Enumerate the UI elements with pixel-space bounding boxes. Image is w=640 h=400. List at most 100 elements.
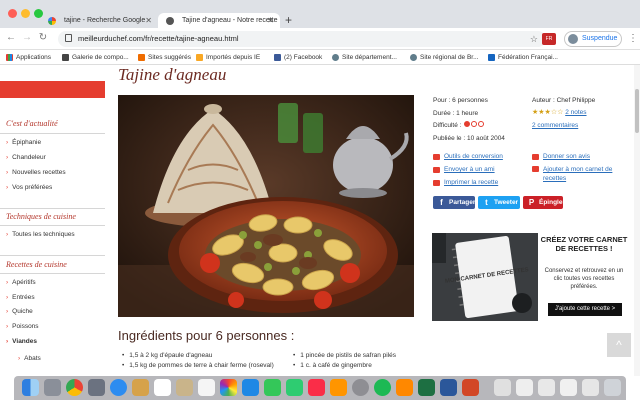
browser-toolbar: ← → ↻ meilleurduchef.com/fr/recette/taji…	[0, 28, 640, 50]
chrome-icon[interactable]	[66, 379, 83, 396]
preview-icon[interactable]	[494, 379, 511, 396]
close-tab-icon[interactable]: ✕	[145, 13, 152, 28]
scrollbar-thumb[interactable]	[635, 89, 639, 133]
tweet-button[interactable]: t Tweeter	[478, 196, 520, 209]
bookmark-applications[interactable]: Applications	[6, 50, 51, 65]
add-recipe-button[interactable]: J'ajoute cette recette >	[548, 303, 622, 316]
ingredient-item: 1,5 kg de pommes de terre à chair ferme …	[122, 362, 274, 369]
word-icon[interactable]	[440, 379, 457, 396]
sidebar-item-poissons[interactable]: Poissons	[6, 323, 38, 330]
bookmark-importes-ie[interactable]: Importés depuis IE	[196, 50, 260, 65]
facebook-share-button[interactable]: f Partager	[433, 196, 475, 209]
trash-icon[interactable]	[604, 379, 621, 396]
sidebar-item-viandes[interactable]: Viandes	[6, 338, 37, 345]
browser-tab-bar: tajine - Recherche Google ✕ Tajine d'agn…	[0, 0, 640, 28]
apps-grid-icon	[6, 54, 13, 61]
sidebar-section-title: Recettes de cuisine	[6, 260, 67, 269]
system-preferences-icon[interactable]	[352, 379, 369, 396]
printer-icon	[433, 180, 440, 186]
rating: ★★★☆☆ 2 notes	[532, 108, 587, 117]
profile-button[interactable]: Suspendue	[564, 31, 622, 47]
bookmark-site-regional[interactable]: Site régional de Br...	[410, 50, 479, 65]
sidebar-banner	[0, 81, 105, 98]
document-icon[interactable]	[560, 379, 577, 396]
bookmark-galerie[interactable]: Galerie de compo...	[62, 50, 129, 65]
address-bar[interactable]: meilleurduchef.com/fr/recette/tajine-agn…	[58, 31, 546, 47]
twitter-icon: t	[485, 198, 488, 207]
facebook-icon: f	[440, 198, 443, 207]
books-icon[interactable]	[330, 379, 347, 396]
comments-link[interactable]: 2 commentaires	[532, 122, 578, 129]
bookmark-sites-suggeres[interactable]: Sites suggérés	[138, 50, 191, 65]
conversion-tools-link[interactable]: Outils de conversion	[433, 153, 503, 160]
more-menu-icon[interactable]: ⋮	[628, 28, 638, 50]
tab-recipe[interactable]: Tajine d'agneau - Notre recette ✕	[158, 13, 280, 28]
sidebar-item-chandeleur[interactable]: Chandeleur	[6, 154, 46, 161]
bookmark-site-departement[interactable]: Site département...	[332, 50, 397, 65]
sidebar-item-aperitifs[interactable]: Apéritifs	[6, 279, 35, 286]
give-opinion-link[interactable]: Donner son avis	[532, 153, 590, 160]
sidebar-item-abats[interactable]: Abats	[18, 355, 41, 362]
bookmark-facebook[interactable]: (2) Facebook	[274, 50, 322, 65]
safari-icon[interactable]	[110, 379, 127, 396]
notes-link[interactable]: 2 notes	[565, 109, 586, 116]
lock-icon	[65, 34, 72, 42]
messages-icon[interactable]	[264, 379, 281, 396]
powerpoint-icon[interactable]	[462, 379, 479, 396]
notes-app-icon[interactable]	[132, 379, 149, 396]
contacts-icon[interactable]	[176, 379, 193, 396]
close-tab-icon[interactable]: ✕	[267, 13, 274, 28]
tab-google-search[interactable]: tajine - Recherche Google ✕	[40, 13, 158, 28]
sidebar-item-nouvelles-recettes[interactable]: Nouvelles recettes	[6, 169, 65, 176]
send-friend-link[interactable]: Envoyer à un ami	[433, 166, 495, 173]
calendar-icon[interactable]	[154, 379, 171, 396]
spotify-icon[interactable]	[374, 379, 391, 396]
bookmark-federation[interactable]: Fédération Françai...	[488, 50, 558, 65]
facebook-icon	[274, 54, 281, 61]
vlc-icon[interactable]	[396, 379, 413, 396]
finder-icon[interactable]	[22, 379, 39, 396]
sidebar-item-epiphanie[interactable]: Épiphanie	[6, 139, 41, 146]
app-store-icon[interactable]	[242, 379, 259, 396]
speech-bubble-icon	[532, 154, 539, 160]
pinterest-icon: P	[528, 198, 535, 207]
sidebar-item-quiche[interactable]: Quiche	[6, 308, 33, 315]
rocket-icon[interactable]	[88, 379, 105, 396]
globe-icon	[332, 54, 339, 61]
new-tab-button[interactable]: +	[285, 13, 292, 28]
folder-icon	[196, 54, 203, 61]
sidebar: C'est d'actualité Épiphanie Chandeleur N…	[0, 65, 105, 376]
close-window-button[interactable]	[8, 9, 17, 18]
scroll-to-top-button[interactable]: ^	[607, 333, 631, 357]
print-recipe-link[interactable]: Imprimer la recette	[433, 179, 498, 186]
reload-icon[interactable]: ↻	[36, 31, 50, 45]
notebook-image: MON CARNET DE RECETTES	[432, 233, 538, 321]
envelope-icon	[433, 167, 440, 173]
music-icon[interactable]	[308, 379, 325, 396]
pinterest-button[interactable]: P Épingler	[523, 196, 565, 209]
page-scrollbar[interactable]	[634, 65, 640, 376]
divider	[0, 225, 105, 226]
avatar	[568, 34, 578, 44]
back-arrow-icon[interactable]: ←	[4, 31, 18, 45]
divider	[0, 208, 105, 209]
sidebar-item-toutes-techniques[interactable]: Toutes les techniques	[6, 231, 75, 238]
document-icon[interactable]	[538, 379, 555, 396]
minimize-window-button[interactable]	[21, 9, 30, 18]
add-notebook-link[interactable]: Ajouter à mon carnet de recettes	[532, 165, 628, 183]
sidebar-item-vos-preferees[interactable]: Vos préférées	[6, 184, 52, 191]
divider	[0, 273, 105, 274]
comments-wrap: 2 commentaires	[532, 121, 578, 130]
reminders-icon[interactable]	[198, 379, 215, 396]
launchpad-icon[interactable]	[44, 379, 61, 396]
excel-icon[interactable]	[418, 379, 435, 396]
document-icon[interactable]	[516, 379, 533, 396]
notebook-icon	[532, 166, 539, 172]
facetime-icon[interactable]	[286, 379, 303, 396]
extension-icon[interactable]: FR	[542, 33, 556, 45]
photos-icon[interactable]	[220, 379, 237, 396]
forward-arrow-icon[interactable]: →	[20, 31, 34, 45]
bookmark-star-icon[interactable]: ☆	[530, 31, 538, 47]
document-icon[interactable]	[582, 379, 599, 396]
sidebar-item-entrees[interactable]: Entrées	[6, 294, 34, 301]
